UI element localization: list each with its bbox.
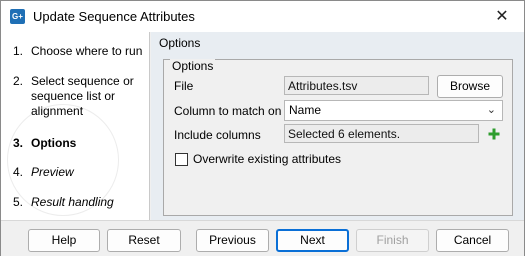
wizard-steps-panel: 1. Choose where to run 2. Select sequence …: [1, 32, 150, 220]
chevron-down-icon: ⌄: [486, 104, 496, 116]
dialog-window: G+ Update Sequence Attributes ✕ 1. Choose…: [0, 0, 525, 256]
help-button[interactable]: Help: [28, 229, 100, 252]
group-title: Options: [170, 59, 216, 73]
file-label: File: [174, 79, 194, 93]
step-label: Choose where to run: [31, 44, 143, 58]
step-preview: 4. Preview: [13, 165, 74, 180]
file-field[interactable]: Attributes.tsv: [284, 76, 429, 95]
column-label: Column to match on: [174, 104, 282, 118]
button-bar: Help Reset Previous Next Finish Cancel: [1, 220, 524, 256]
panel-title: Options: [159, 36, 201, 50]
app-icon: G+: [10, 9, 25, 24]
step-label: Result handling: [31, 195, 114, 209]
step-label: Select sequence or sequence list or alig…: [31, 74, 134, 118]
step-number: 4.: [13, 165, 24, 179]
step-select-sequence: 2. Select sequence or sequence list or al…: [13, 74, 141, 119]
reset-button[interactable]: Reset: [107, 229, 181, 252]
window-title: Update Sequence Attributes: [33, 9, 195, 24]
step-number: 5.: [13, 195, 24, 209]
step-choose-where-to-run: 1. Choose where to run: [13, 44, 142, 59]
overwrite-label[interactable]: Overwrite existing attributes: [193, 152, 341, 166]
step-number: 2.: [13, 74, 24, 88]
column-select[interactable]: Name ⌄: [284, 100, 503, 121]
browse-button[interactable]: Browse: [437, 75, 503, 98]
plus-icon[interactable]: [488, 128, 500, 140]
step-options: 3. Options: [13, 136, 76, 151]
column-selected-value: Name: [289, 103, 322, 117]
overwrite-checkbox[interactable]: [175, 153, 188, 166]
close-icon[interactable]: ✕: [480, 1, 524, 32]
finish-button[interactable]: Finish: [356, 229, 429, 252]
step-label: Options: [31, 136, 77, 150]
next-button[interactable]: Next: [276, 229, 349, 252]
options-group: Options File Attributes.tsv Browse Colum…: [163, 59, 513, 216]
previous-button[interactable]: Previous: [196, 229, 269, 252]
title-bar: G+ Update Sequence Attributes ✕: [1, 1, 524, 32]
include-columns-field[interactable]: Selected 6 elements.: [284, 124, 479, 143]
step-label: Preview: [31, 165, 74, 179]
cancel-button[interactable]: Cancel: [436, 229, 509, 252]
step-result-handling: 5. Result handling: [13, 195, 114, 210]
include-columns-label: Include columns: [174, 128, 261, 142]
step-number: 1.: [13, 44, 24, 58]
options-panel: Options Options File Attributes.tsv Brow…: [151, 32, 524, 220]
step-number: 3.: [13, 136, 24, 150]
